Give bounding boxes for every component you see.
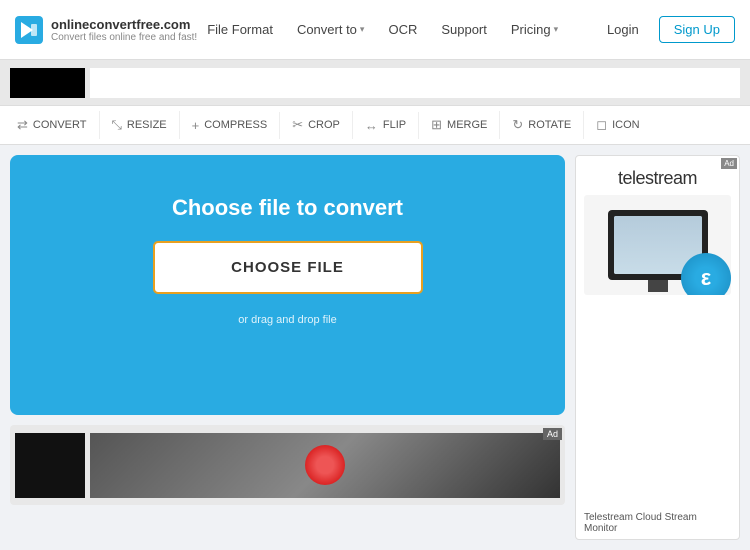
nav-arrow-pricing: ▾ (554, 24, 559, 35)
icon-icon: ◻ (596, 117, 607, 133)
top-ad-banner (0, 60, 750, 105)
tool-flip[interactable]: ↔ FLIP (353, 112, 419, 139)
bottom-ad: Ad (10, 425, 565, 505)
left-panel: Choose file to convert CHOOSE FILE or dr… (10, 155, 565, 540)
logo-subtitle: Convert files online free and fast! (51, 32, 197, 43)
convert-icon: ⇄ (17, 117, 28, 133)
flip-icon: ↔ (365, 118, 378, 133)
converter-box: Choose file to convert CHOOSE FILE or dr… (10, 155, 565, 415)
main-content: Choose file to convert CHOOSE FILE or dr… (0, 145, 750, 550)
logo-title: onlineconvertfree.com (51, 17, 197, 32)
bottom-ad-badge: Ad (543, 428, 562, 440)
nav-support[interactable]: Support (431, 16, 497, 43)
tool-convert[interactable]: ⇄ CONVERT (5, 111, 100, 139)
tool-merge[interactable]: ⊞ MERGE (419, 111, 500, 139)
telestream-image: ε (584, 195, 731, 295)
nav-convert-to[interactable]: Convert to ▾ (287, 16, 375, 43)
monitor-stand (648, 280, 668, 292)
login-button[interactable]: Login (597, 17, 649, 42)
crop-icon: ✂ (292, 117, 303, 133)
tool-crop[interactable]: ✂ CROP (280, 111, 353, 139)
header: onlineconvertfree.com Convert files onli… (0, 0, 750, 60)
right-ad: Ad telestream ε Telestream Cloud Stream … (575, 155, 740, 540)
telestream-badge: ε (681, 253, 731, 295)
logo-icon (15, 16, 43, 44)
compress-icon: + (192, 118, 200, 133)
tool-compress[interactable]: + COMPRESS (180, 112, 281, 139)
resize-icon: ⤡ (112, 117, 122, 133)
ad-banner-right (90, 68, 740, 98)
telestream-brand: telestream (618, 168, 697, 188)
nav-file-format[interactable]: File Format (197, 16, 283, 43)
nav-pricing[interactable]: Pricing ▾ (501, 16, 568, 43)
bottom-ad-black-box (15, 433, 85, 498)
right-ad-bottom: Telestream Cloud Stream Monitor (576, 504, 739, 539)
tool-icon[interactable]: ◻ ICON (584, 111, 651, 139)
choose-file-button[interactable]: CHOOSE FILE (153, 241, 423, 294)
telestream-logo: telestream (576, 156, 739, 195)
ad-label: Ad (721, 158, 737, 169)
rotate-icon: ↻ (512, 117, 523, 133)
bottom-ad-image (90, 433, 560, 498)
merge-icon: ⊞ (431, 117, 442, 133)
ad-black-box (10, 68, 85, 98)
header-actions: Login Sign Up (597, 16, 735, 43)
tool-toolbar: ⇄ CONVERT ⤡ RESIZE + COMPRESS ✂ CROP ↔ F… (0, 105, 750, 145)
signup-button[interactable]: Sign Up (659, 16, 735, 43)
logo-area: onlineconvertfree.com Convert files onli… (15, 16, 197, 44)
main-nav: File Format Convert to ▾ OCR Support Pri… (197, 16, 597, 43)
tool-resize[interactable]: ⤡ RESIZE (100, 111, 180, 139)
converter-title: Choose file to convert (172, 195, 403, 221)
right-panel: Ad telestream ε Telestream Cloud Stream … (575, 155, 740, 540)
drag-drop-text: or drag and drop file (238, 314, 336, 326)
tool-rotate[interactable]: ↻ ROTATE (500, 111, 584, 139)
nav-arrow-convert: ▾ (360, 24, 365, 35)
nav-ocr[interactable]: OCR (378, 16, 427, 43)
ad-figure (305, 445, 345, 485)
